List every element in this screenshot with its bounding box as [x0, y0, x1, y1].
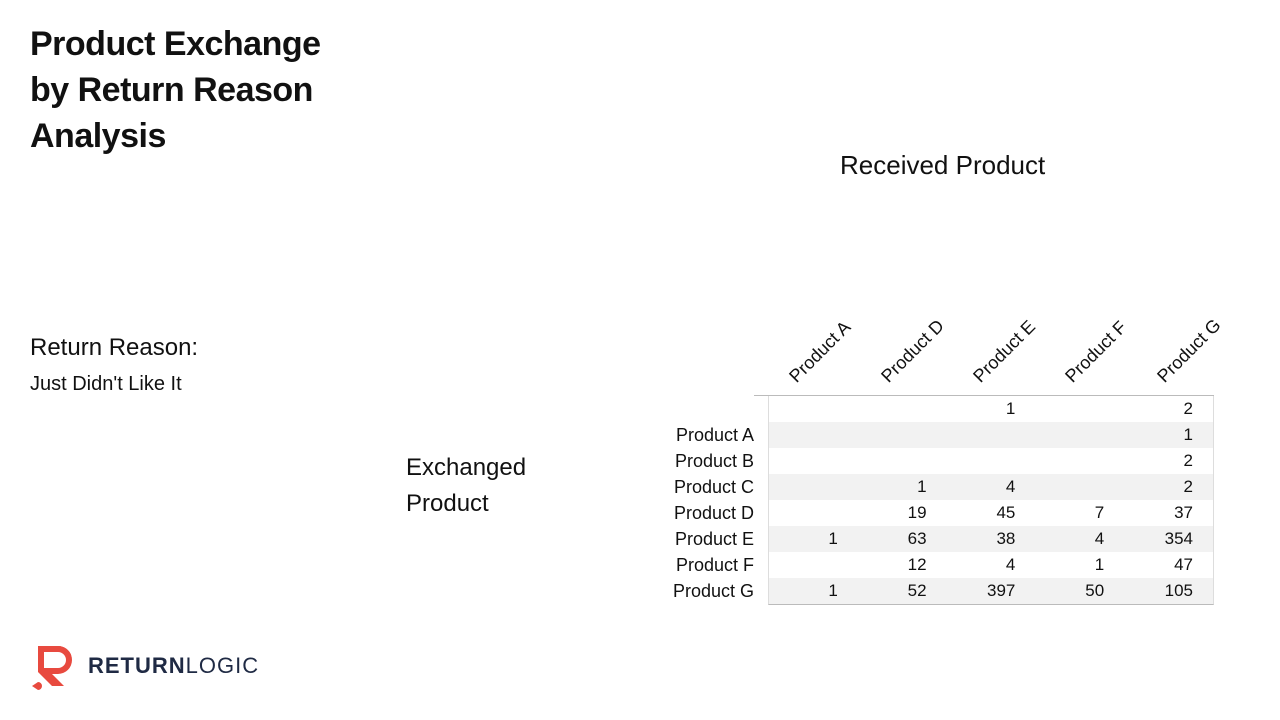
- row-cells: 124147: [768, 552, 1214, 578]
- table-row: 12: [634, 396, 1214, 422]
- title-line-2: by Return Reason: [30, 68, 321, 114]
- cell: 1: [1124, 422, 1213, 448]
- row-label: Product E: [634, 526, 768, 552]
- row-cells: 14 2: [768, 474, 1214, 500]
- cell: [858, 396, 947, 422]
- cell: 19: [858, 500, 947, 526]
- exchange-matrix-table: Product AProduct DProduct EProduct FProd…: [634, 265, 1214, 604]
- cell: 38: [947, 526, 1036, 552]
- cell: 4: [947, 474, 1036, 500]
- title-line-3: Analysis: [30, 114, 321, 160]
- returnlogic-logo: RETURNLOGIC: [30, 642, 259, 690]
- exchanged-product-axis-label: Exchanged Product: [406, 450, 526, 522]
- table-row: Product B 2: [634, 448, 1214, 474]
- row-label: Product B: [634, 448, 768, 474]
- cell: 52: [858, 578, 947, 604]
- cell: [769, 474, 858, 500]
- row-cells: 1: [768, 422, 1214, 448]
- cell: 7: [1035, 500, 1124, 526]
- column-headers: Product AProduct DProduct EProduct FProd…: [754, 265, 1214, 396]
- cell: 2: [1124, 448, 1213, 474]
- row-label: [634, 396, 768, 422]
- row-label: Product A: [634, 422, 768, 448]
- column-header: Product F: [1061, 317, 1131, 387]
- cell: 105: [1124, 578, 1213, 604]
- column-header: Product D: [877, 316, 948, 387]
- table-row: Product C 14 2: [634, 474, 1214, 500]
- cell: 1: [858, 474, 947, 500]
- row-label: Product D: [634, 500, 768, 526]
- logo-text-light: LOGIC: [186, 653, 259, 679]
- table-row: Product D1945737: [634, 500, 1214, 526]
- return-reason-label: Return Reason:: [30, 334, 198, 362]
- cell: [858, 448, 947, 474]
- cell: 50: [1035, 578, 1124, 604]
- return-reason-value: Just Didn't Like It: [30, 373, 182, 396]
- cell: 2: [1124, 396, 1213, 422]
- cell: 4: [1035, 526, 1124, 552]
- cell: [1035, 396, 1124, 422]
- row-cells: 1945737: [768, 500, 1214, 526]
- cell: 1: [769, 526, 858, 552]
- cell: 47: [1124, 552, 1213, 578]
- exchanged-label-line-1: Exchanged: [406, 450, 526, 486]
- table-row: Product F124147: [634, 552, 1214, 578]
- cell: 12: [858, 552, 947, 578]
- row-cells: 15239750105: [768, 578, 1214, 605]
- exchanged-label-line-2: Product: [406, 486, 526, 522]
- cell: 354: [1124, 526, 1213, 552]
- cell: 45: [947, 500, 1036, 526]
- cell: [1035, 422, 1124, 448]
- table-row: Product A 1: [634, 422, 1214, 448]
- cell: 2: [1124, 474, 1213, 500]
- row-label: Product F: [634, 552, 768, 578]
- cell: [769, 422, 858, 448]
- cell: [1035, 448, 1124, 474]
- row-label: Product C: [634, 474, 768, 500]
- cell: 1: [1035, 552, 1124, 578]
- logo-icon: [30, 642, 78, 690]
- cell: [769, 552, 858, 578]
- cell: 1: [769, 578, 858, 604]
- row-label: Product G: [634, 578, 768, 604]
- row-cells: 2: [768, 448, 1214, 474]
- table-row: Product E163384354: [634, 526, 1214, 552]
- title-line-1: Product Exchange: [30, 22, 321, 68]
- cell: 1: [947, 396, 1036, 422]
- logo-text-bold: RETURN: [88, 653, 186, 679]
- cell: 63: [858, 526, 947, 552]
- column-header: Product G: [1153, 315, 1225, 387]
- row-cells: 163384354: [768, 526, 1214, 552]
- cell: [769, 396, 858, 422]
- cell: [947, 422, 1036, 448]
- row-cells: 12: [768, 396, 1214, 422]
- cell: [858, 422, 947, 448]
- cell: 37: [1124, 500, 1213, 526]
- received-product-axis-label: Received Product: [840, 150, 1045, 181]
- logo-text: RETURNLOGIC: [88, 653, 259, 679]
- cell: [769, 448, 858, 474]
- page-title: Product Exchange by Return Reason Analys…: [30, 22, 321, 160]
- cell: [769, 500, 858, 526]
- cell: 4: [947, 552, 1036, 578]
- table-row: Product G15239750105: [634, 578, 1214, 604]
- column-header: Product E: [969, 316, 1040, 387]
- cell: [1035, 474, 1124, 500]
- cell: [947, 448, 1036, 474]
- column-header: Product A: [785, 317, 855, 387]
- table-body: 12Product A1Product B2Product C142Produc…: [634, 396, 1214, 604]
- cell: 397: [947, 578, 1036, 604]
